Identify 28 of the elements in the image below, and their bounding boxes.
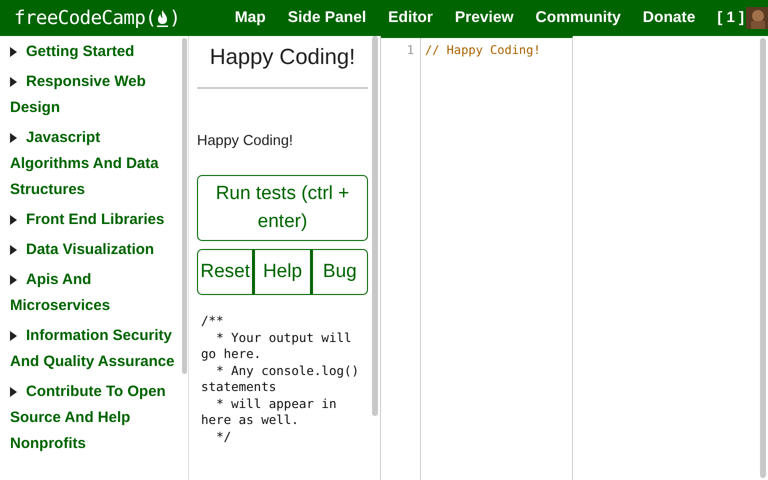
sidebar-item[interactable]: Apis And Microservices xyxy=(10,267,182,319)
avatar-icon[interactable] xyxy=(746,7,768,29)
nav-link[interactable]: Editor xyxy=(388,6,433,30)
nav-link[interactable]: Preview xyxy=(454,6,514,30)
flame-icon xyxy=(156,9,170,27)
challenge-description: Happy Coding! xyxy=(197,132,294,151)
logo-text[interactable]: ) xyxy=(169,4,180,32)
sidebar-item[interactable]: Front End Libraries xyxy=(10,207,182,233)
nav-link[interactable]: Map xyxy=(234,6,266,30)
points-counter: [ 1 ] xyxy=(717,8,744,28)
output-console: /** * Your output will go here. * Any console.log() statements * will appear in here as well. */ xyxy=(201,313,360,446)
sidebar-item[interactable]: Javascript Algorithms And Data Structures xyxy=(10,125,182,203)
nav-link[interactable]: Side Panel xyxy=(288,6,366,30)
line-number: 1 xyxy=(406,42,414,59)
nav-link[interactable]: Community xyxy=(536,6,621,30)
sidebar-item[interactable]: Getting Started xyxy=(10,39,182,65)
sidebar-item[interactable]: Data Visualization xyxy=(10,237,182,263)
sidebar-item[interactable]: Responsive Web Design xyxy=(10,69,182,121)
panel-button[interactable]: Help xyxy=(253,248,311,296)
panel-button[interactable]: Reset xyxy=(197,248,254,296)
run-tests-button[interactable]: Run tests (ctrl + enter) xyxy=(197,174,368,241)
sidebar-item[interactable]: Contribute To Open Source And Help Nonprofits xyxy=(10,379,182,457)
challenge-title: Happy Coding! xyxy=(197,40,368,89)
panel-button[interactable]: Bug xyxy=(310,248,368,296)
logo-text[interactable]: freeCodeCamp( xyxy=(14,4,156,32)
nav-link[interactable]: Donate xyxy=(642,6,696,30)
code-line: // Happy Coding! xyxy=(424,42,541,59)
sidebar-item[interactable]: Information Security And Quality Assurance xyxy=(10,323,182,375)
